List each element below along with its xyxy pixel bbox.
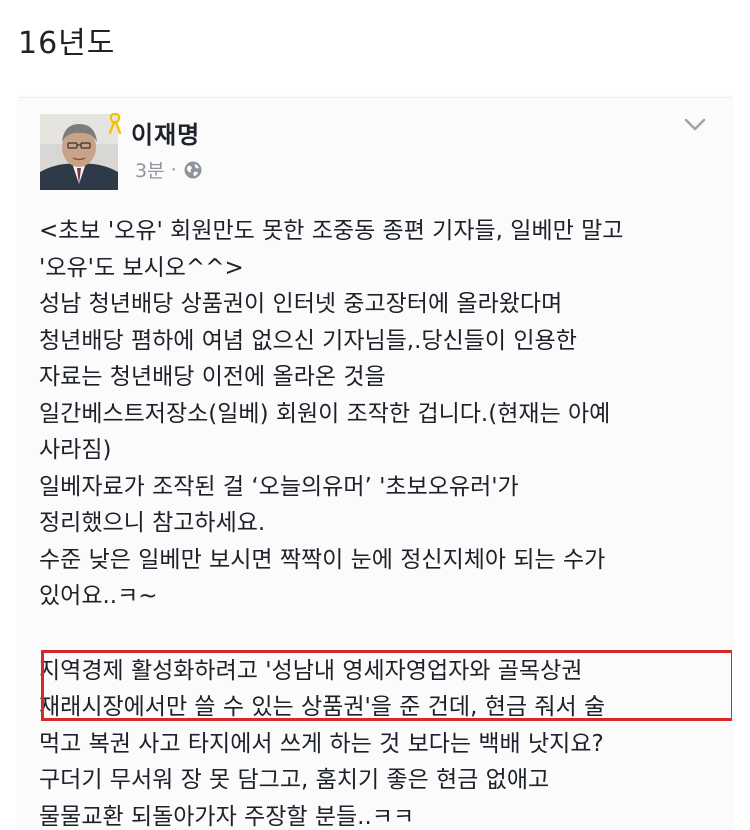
chevron-down-icon[interactable] [684,118,706,132]
post-time[interactable]: 3분 [135,156,165,183]
author-name[interactable]: 이재명 [131,115,200,150]
post-text-line: <초보 '오유' 회원만도 못한 조중동 종편 기자들, 일베만 말고 [39,213,729,250]
globe-icon[interactable] [183,160,203,180]
post-text-line: 자료는 청년배당 이전에 올라온 것을 [39,359,729,396]
post-text-line: 지역경제 활성화하려고 '성남내 영세자영업자와 골목상권 [39,653,729,690]
facebook-post: 이재명 3분 · <초보 '오유' 회원만도 못한 조중동 종편 기자들, 일베… [18,97,732,830]
post-text-line: 사라짐) [39,432,729,469]
post-text-line: '오유'도 보시오^^> [39,250,729,287]
post-text-line: 물물교환 되돌아가자 주장할 분들..ㅋㅋ [39,799,729,830]
post-text-line: 있어요..ㅋ~ [39,578,729,615]
post-paragraph: 지역경제 활성화하려고 '성남내 영세자영업자와 골목상권재래시장에서만 쓸 수… [39,653,729,830]
page-caption: 16년도 [18,18,115,62]
post-text-line: 정리했으니 참고하세요. [39,505,729,542]
post-text-line: 청년배당 폄하에 여념 없으신 기자님들,.당신들이 인용한 [39,323,729,360]
post-text-line: 일간베스트저장소(일베) 회원이 조작한 겁니다.(현재는 아예 [39,396,729,433]
post-text-line: 일베자료가 조작된 걸 ‘오늘의유머’ '초보오유러'가 [39,469,729,506]
post-paragraph: <초보 '오유' 회원만도 못한 조중동 종편 기자들, 일베만 말고'오유'도… [39,213,729,615]
meta-separator: · [171,159,177,181]
yellow-ribbon-icon [108,112,122,134]
post-text-line: 구더기 무서워 장 못 담그고, 훔치기 좋은 현금 없애고 [39,762,729,799]
post-text-line: 재래시장에서만 쓸 수 있는 상품권'을 준 건데, 현금 줘서 술 [39,689,729,726]
post-text-line: 먹고 복권 사고 타지에서 쓰게 하는 것 보다는 백배 낫지요? [39,726,729,763]
avatar[interactable] [40,114,118,190]
post-body: <초보 '오유' 회원만도 못한 조중동 종편 기자들, 일베만 말고'오유'도… [39,213,729,830]
post-text-line: 성남 청년배당 상품권이 인터넷 중고장터에 올라왔다며 [39,286,729,323]
post-text-line: 수준 낮은 일베만 보시면 짝짝이 눈에 정신지체아 되는 수가 [39,542,729,579]
post-meta: 3분 · [135,156,203,183]
